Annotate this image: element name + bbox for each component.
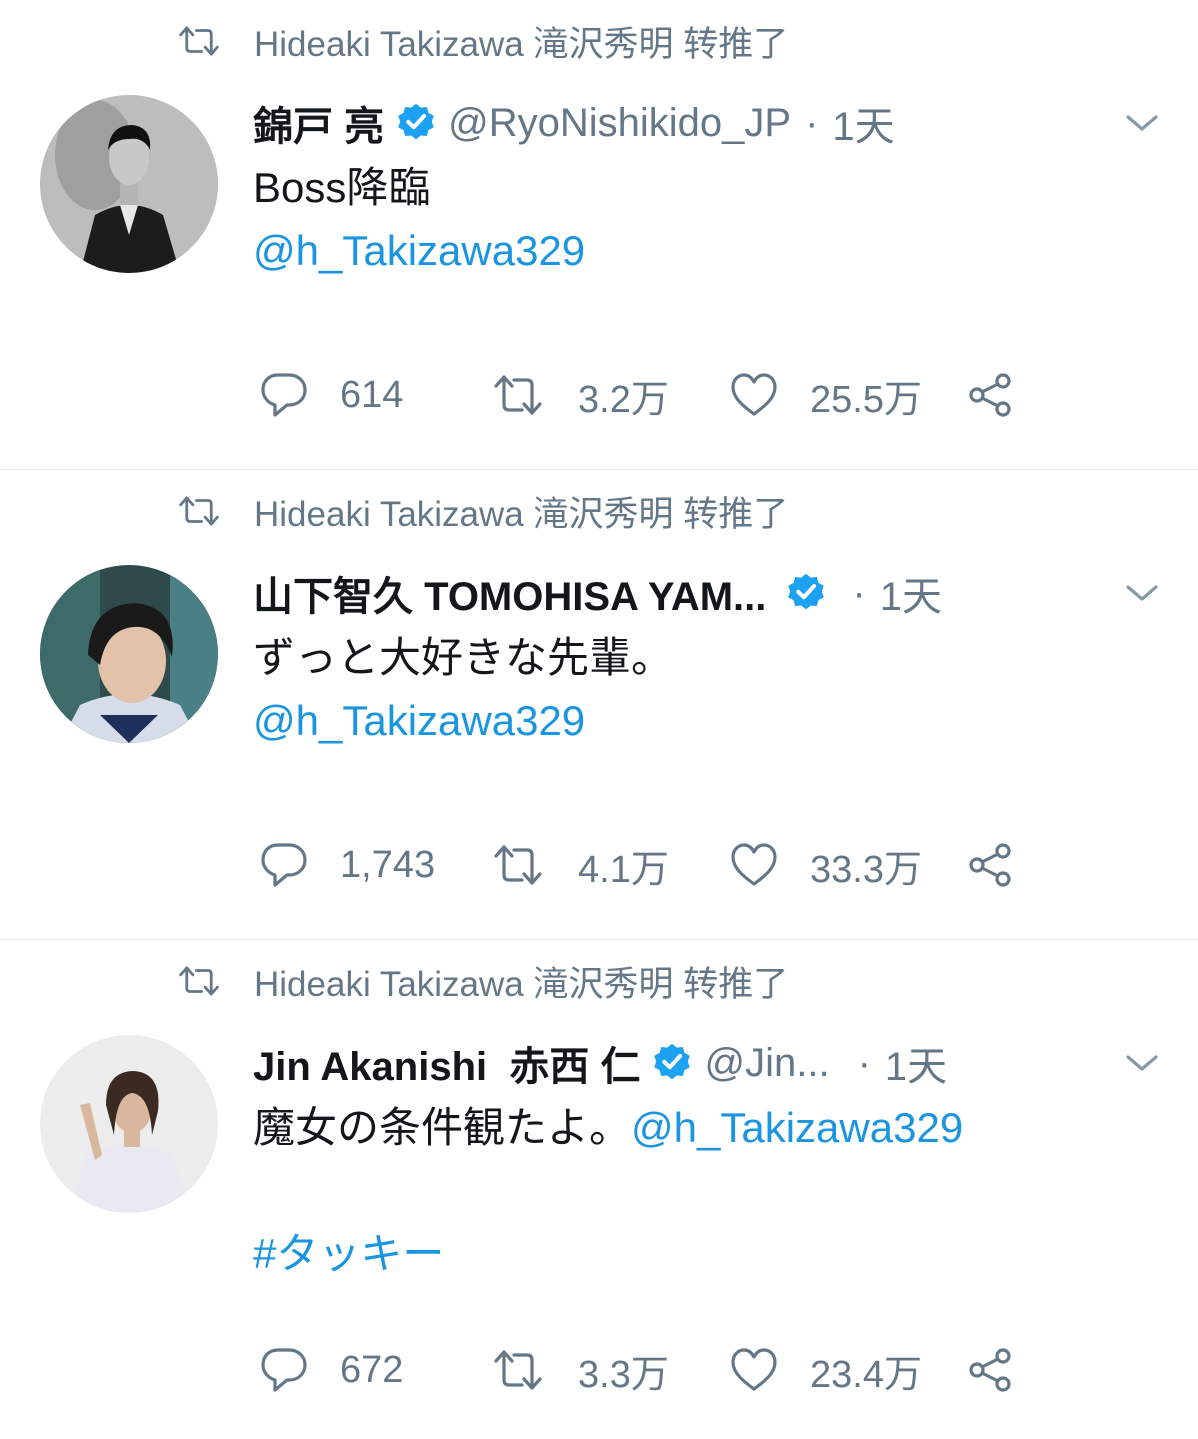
tweet-actions: 672 3.3万 23.4万: [258, 1335, 1038, 1405]
share-button[interactable]: [964, 1335, 1016, 1405]
mention-link[interactable]: @h_Takizawa329: [253, 689, 585, 753]
like-count: 23.4万: [810, 1353, 922, 1396]
retweeter-label[interactable]: Hideaki Takizawa 滝沢秀明 转推了: [254, 16, 788, 67]
timeline-feed: Hideaki Takizawa 滝沢秀明 转推了 錦戸 亮 @RyoNishi…: [0, 0, 1198, 1439]
like-count: 33.3万: [810, 848, 922, 891]
display-name[interactable]: 錦戸 亮: [253, 94, 384, 152]
chevron-down-icon[interactable]: [1122, 578, 1162, 608]
retweet-icon: [492, 1344, 544, 1396]
verified-icon: [394, 101, 438, 145]
tweet-header: Jin Akanishi 赤西 仁 @Jin... · 1天: [253, 1032, 947, 1094]
reply-icon: [258, 369, 310, 421]
tweet-actions: 1,743 4.1万 33.3万: [258, 830, 1038, 900]
tweet[interactable]: Hideaki Takizawa 滝沢秀明 转推了 Jin Akanishi 赤…: [0, 940, 1198, 1439]
retweet-context: Hideaki Takizawa 滝沢秀明 转推了: [178, 488, 788, 534]
share-button[interactable]: [964, 360, 1016, 430]
avatar[interactable]: [40, 1035, 218, 1213]
retweet-button[interactable]: 3.3万: [492, 1335, 669, 1405]
separator-dot: ·: [852, 570, 866, 615]
verified-icon: [650, 1041, 694, 1085]
share-icon: [964, 1344, 1016, 1396]
tweet-text: Boss降臨: [253, 164, 431, 211]
retweet-button[interactable]: 4.1万: [492, 830, 669, 900]
display-name[interactable]: Jin Akanishi 赤西 仁: [253, 1034, 640, 1092]
reply-count: 1,743: [340, 843, 436, 886]
reply-count: 672: [340, 1348, 404, 1391]
display-name[interactable]: 山下智久 TOMOHISA YAM...: [253, 564, 766, 622]
tweet-text: ずっと大好きな先輩。: [253, 634, 674, 681]
tweet-text: 魔女の条件観たよ。@h_Takizawa329: [253, 1096, 963, 1160]
reply-button[interactable]: 1,743: [258, 830, 435, 900]
avatar[interactable]: [40, 95, 218, 273]
verified-icon: [784, 571, 828, 615]
separator-dot: ·: [805, 100, 819, 145]
heart-icon: [728, 1344, 780, 1396]
share-icon: [964, 369, 1016, 421]
retweet-icon: [178, 495, 220, 527]
like-button[interactable]: 33.3万: [728, 830, 922, 900]
tweet-actions: 614 3.2万 25.5万: [258, 360, 1038, 430]
retweet-context: Hideaki Takizawa 滝沢秀明 转推了: [178, 958, 788, 1004]
retweet-icon: [178, 965, 220, 997]
reply-button[interactable]: 614: [258, 360, 403, 430]
tweet-header: 錦戸 亮 @RyoNishikido_JP · 1天: [253, 92, 895, 154]
chevron-down-icon[interactable]: [1122, 108, 1162, 138]
retweet-icon: [492, 369, 544, 421]
retweet-count: 3.2万: [578, 378, 669, 421]
like-button[interactable]: 23.4万: [728, 1335, 922, 1405]
tweet-header: 山下智久 TOMOHISA YAM... · 1天: [253, 562, 942, 624]
timestamp[interactable]: 1天: [885, 1034, 947, 1092]
heart-icon: [728, 369, 780, 421]
like-count: 25.5万: [810, 378, 922, 421]
reply-icon: [258, 839, 310, 891]
retweeter-label[interactable]: Hideaki Takizawa 滝沢秀明 转推了: [254, 956, 788, 1007]
reply-button[interactable]: 672: [258, 1335, 403, 1405]
retweet-icon: [492, 839, 544, 891]
separator-dot: ·: [857, 1040, 871, 1085]
tweet[interactable]: Hideaki Takizawa 滝沢秀明 转推了 山下智久 TOMOHISA …: [0, 470, 1198, 940]
tweet[interactable]: Hideaki Takizawa 滝沢秀明 转推了 錦戸 亮 @RyoNishi…: [0, 0, 1198, 470]
retweet-count: 4.1万: [578, 848, 669, 891]
retweet-context: Hideaki Takizawa 滝沢秀明 转推了: [178, 18, 788, 64]
chevron-down-icon[interactable]: [1122, 1048, 1162, 1078]
user-handle[interactable]: @RyoNishikido_JP: [448, 101, 791, 146]
user-handle[interactable]: @Jin...: [704, 1041, 829, 1086]
retweeter-label[interactable]: Hideaki Takizawa 滝沢秀明 转推了: [254, 486, 788, 537]
tweet-text-body: 魔女の条件観たよ。: [253, 1104, 632, 1151]
reply-count: 614: [340, 373, 404, 416]
heart-icon: [728, 839, 780, 891]
retweet-button[interactable]: 3.2万: [492, 360, 669, 430]
timestamp[interactable]: 1天: [832, 94, 894, 152]
mention-link[interactable]: @h_Takizawa329: [631, 1104, 963, 1151]
avatar[interactable]: [40, 565, 218, 743]
retweet-icon: [178, 25, 220, 57]
share-button[interactable]: [964, 830, 1016, 900]
like-button[interactable]: 25.5万: [728, 360, 922, 430]
reply-icon: [258, 1344, 310, 1396]
hashtag-link[interactable]: #タッキー: [253, 1222, 444, 1286]
share-icon: [964, 839, 1016, 891]
mention-link[interactable]: @h_Takizawa329: [253, 219, 585, 283]
timestamp[interactable]: 1天: [880, 564, 942, 622]
retweet-count: 3.3万: [578, 1353, 669, 1396]
